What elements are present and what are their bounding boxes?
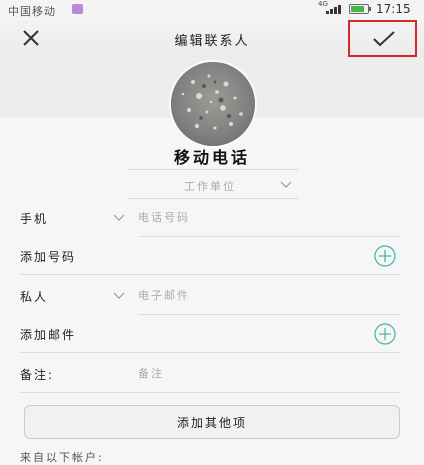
email-input[interactable]: [138, 285, 358, 305]
title-bar: 编辑联系人: [0, 18, 424, 58]
avatar-image: [171, 62, 255, 146]
contact-name-field[interactable]: 移动电话: [0, 144, 424, 168]
phone-type-label[interactable]: 手机: [20, 210, 48, 227]
note-label: 备注:: [20, 368, 55, 382]
email-row: 私人: [0, 277, 424, 315]
chevron-down-icon: [280, 181, 292, 188]
carrier-name: 中国移动: [8, 5, 56, 18]
battery-icon: [349, 4, 371, 14]
add-phone-row[interactable]: 添加号码: [0, 237, 424, 275]
divider: [20, 352, 400, 353]
status-time: 17:15: [376, 2, 411, 16]
add-email-button[interactable]: [374, 323, 396, 345]
add-email-row[interactable]: 添加邮件: [0, 315, 424, 353]
add-phone-button[interactable]: [374, 245, 396, 267]
add-other-fields-button[interactable]: 添加其他项: [24, 405, 400, 439]
signal-icon: [326, 5, 342, 14]
from-accounts-label: 来自以下帐户:: [20, 451, 104, 464]
chevron-down-icon[interactable]: [113, 214, 125, 222]
notification-badge-icon: [72, 4, 83, 14]
note-input[interactable]: [138, 363, 358, 383]
add-email-label: 添加邮件: [20, 328, 77, 342]
phone-row: 手机: [0, 199, 424, 237]
divider: [20, 274, 400, 275]
note-row: 备注:: [0, 355, 424, 393]
contact-avatar[interactable]: [171, 62, 255, 146]
company-placeholder: 工作单位: [184, 180, 236, 193]
save-button[interactable]: [348, 20, 417, 57]
chevron-down-icon[interactable]: [113, 292, 125, 300]
divider: [20, 392, 400, 393]
status-bar: 中国移动 4G 17:15: [0, 0, 424, 18]
checkmark-icon: [373, 31, 395, 47]
email-type-label[interactable]: 私人: [20, 288, 48, 305]
company-field[interactable]: 工作单位: [130, 172, 300, 198]
phone-number-input[interactable]: [138, 207, 358, 227]
divider: [128, 169, 298, 170]
add-phone-label: 添加号码: [20, 250, 77, 264]
